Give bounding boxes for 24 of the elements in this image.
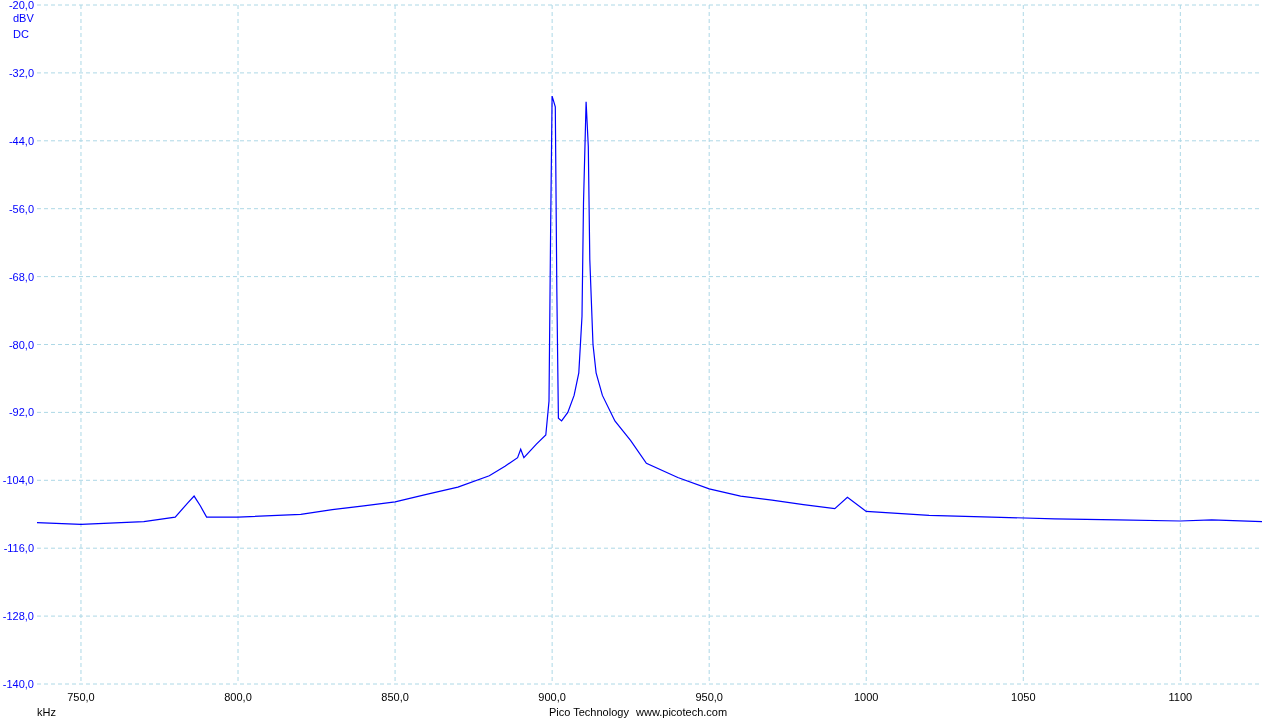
x-tick-label: 900,0: [538, 691, 566, 703]
website-text: www.picotech.com: [636, 706, 728, 718]
coupling-label: DC: [13, 28, 29, 40]
x-tick-label: 1100: [1168, 691, 1193, 703]
x-tick-label: 850,0: [381, 691, 409, 703]
x-tick-label: 750,0: [67, 691, 95, 703]
x-unit-label: kHz: [37, 706, 56, 718]
y-tick-label: -32,0: [8, 66, 34, 79]
y-tick-label: -20,0: [8, 0, 34, 11]
y-tick-label: -56,0: [8, 202, 34, 215]
company-name: Pico Technology: [549, 706, 629, 718]
y-tick-label: -140,0: [2, 678, 34, 690]
y-tick-label: -92,0: [8, 406, 34, 419]
y-tick-label: -68,0: [8, 270, 34, 283]
y-tick-label: -80,0: [8, 338, 34, 351]
y-tick-label: -116,0: [3, 542, 34, 555]
y-tick-label: -44,0: [8, 134, 34, 147]
x-tick-label: 950,0: [695, 691, 723, 703]
x-tick-label: 1050: [1011, 691, 1036, 703]
y-tick-label: -104,0: [2, 474, 34, 487]
y-tick-label: -128,0: [2, 610, 34, 623]
x-tick-label: 1000: [854, 691, 879, 703]
y-unit-label: dBV: [13, 12, 34, 24]
x-tick-label: 800,0: [224, 691, 252, 703]
